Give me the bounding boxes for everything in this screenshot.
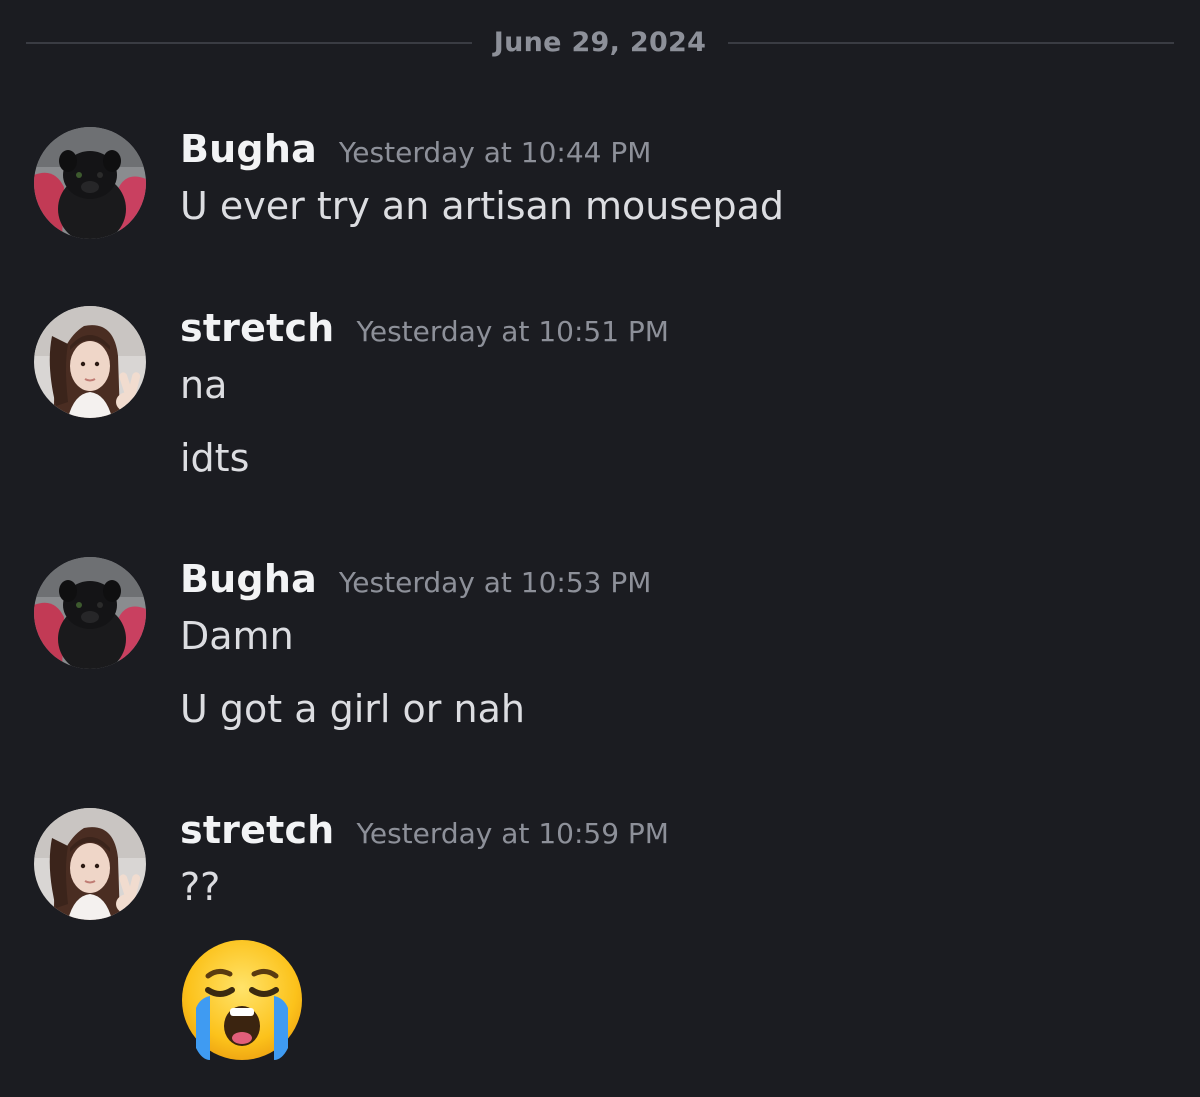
username[interactable]: stretch [180, 808, 334, 852]
message-group: Bugha Yesterday at 10:53 PM Damn U got a … [34, 557, 1164, 747]
message-group: Bugha Yesterday at 10:44 PM U ever try an… [34, 127, 1164, 247]
message-header: Bugha Yesterday at 10:44 PM [180, 127, 651, 171]
peace-sign-selfie-avatar-icon[interactable] [34, 808, 146, 920]
message-header: stretch Yesterday at 10:59 PM [180, 808, 669, 852]
timestamp: Yesterday at 10:44 PM [338, 136, 652, 169]
timestamp: Yesterday at 10:59 PM [356, 817, 669, 850]
timestamp: Yesterday at 10:53 PM [338, 566, 652, 599]
message-text: Damn [180, 614, 294, 658]
loudly-crying-face-emoji-icon [180, 938, 304, 1066]
message-text: idts [180, 436, 250, 480]
message-text: U ever try an artisan mousepad [180, 184, 785, 228]
username[interactable]: stretch [180, 306, 334, 350]
date-divider: June 29, 2024 [26, 22, 1174, 64]
message-header: stretch Yesterday at 10:51 PM [180, 306, 669, 350]
timestamp: Yesterday at 10:51 PM [356, 315, 669, 348]
message-text: na [180, 363, 228, 407]
divider-line-right [728, 42, 1174, 44]
message-text: ?? [180, 865, 221, 909]
message-group: stretch Yesterday at 10:59 PM ?? [34, 808, 1164, 1068]
pug-avatar-icon[interactable] [34, 557, 146, 669]
peace-sign-selfie-avatar-icon[interactable] [34, 306, 146, 418]
message-text: U got a girl or nah [180, 687, 525, 731]
pug-avatar-icon[interactable] [34, 127, 146, 239]
username[interactable]: Bugha [180, 557, 317, 601]
message-header: Bugha Yesterday at 10:53 PM [180, 557, 651, 601]
username[interactable]: Bugha [180, 127, 317, 171]
message-group: stretch Yesterday at 10:51 PM na idts [34, 306, 1164, 496]
